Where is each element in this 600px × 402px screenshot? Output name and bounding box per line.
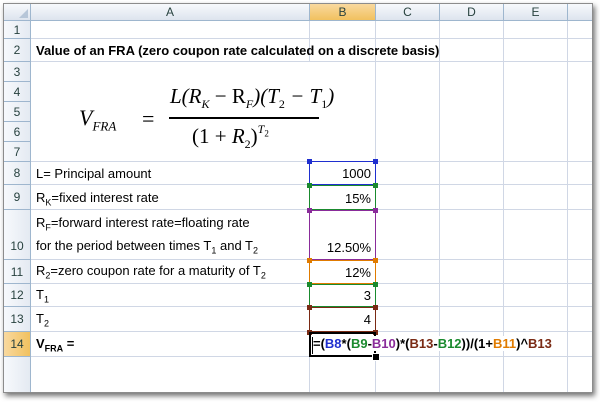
ref-handle[interactable]	[373, 305, 378, 310]
row-header-8[interactable]: 8	[4, 162, 31, 185]
equation-equals: =	[142, 106, 155, 131]
ref-box-b13	[309, 307, 376, 332]
cell-a11[interactable]: R2=zero coupon rate for a maturity of T2	[36, 263, 266, 281]
ref-box-b12	[309, 284, 376, 307]
cell-a9[interactable]: RK=fixed interest rate	[36, 190, 159, 208]
column-header-f[interactable]	[568, 4, 592, 21]
row-header-4[interactable]: 4	[4, 82, 31, 102]
spreadsheet-window: A B C D E 1 2 3 4 5 6 7 8 9 10 11 12 13 …	[3, 3, 593, 393]
ref-handle[interactable]	[373, 159, 378, 164]
equation-denominator: (1 + R2)T2	[192, 122, 269, 152]
ref-handle[interactable]	[373, 282, 378, 287]
cell-a13[interactable]: T2	[36, 311, 49, 329]
cell-a12[interactable]: T1	[36, 287, 49, 305]
gridline	[31, 38, 592, 39]
row-header-3[interactable]: 3	[4, 62, 31, 82]
equation-object[interactable]: VFRA = L(RK − RF)(T2 − T1) (1 + R2)T2	[32, 62, 342, 161]
ref-handle[interactable]	[307, 208, 312, 213]
row-header-12[interactable]: 12	[4, 284, 31, 307]
row-header-10[interactable]: 10	[4, 210, 31, 260]
ref-handle[interactable]	[307, 159, 312, 164]
select-all-corner[interactable]	[4, 4, 31, 21]
row-header-2[interactable]: 2	[4, 39, 31, 62]
ref-box-b10	[309, 210, 376, 260]
row-header-15[interactable]	[4, 357, 31, 392]
column-header-d[interactable]: D	[440, 4, 504, 21]
equation-numerator: L(RK − RF)(T2 − T1)	[170, 84, 335, 112]
row-header-13[interactable]: 13	[4, 307, 31, 332]
text-cursor	[312, 337, 313, 354]
row-header-7[interactable]: 7	[4, 142, 31, 162]
fraction-bar	[169, 117, 319, 119]
ref-handle[interactable]	[307, 305, 312, 310]
gridline	[567, 21, 568, 392]
cell-a8[interactable]: L= Principal amount	[36, 166, 151, 181]
column-header-a[interactable]: A	[31, 4, 310, 21]
row-header-5[interactable]: 5	[4, 102, 31, 122]
column-header-b[interactable]: B	[310, 4, 376, 21]
row-header-11[interactable]: 11	[4, 260, 31, 284]
ref-handle[interactable]	[307, 282, 312, 287]
cell-a14[interactable]: VFRA =	[36, 336, 74, 354]
row-header-6[interactable]: 6	[4, 122, 31, 142]
row-header-9[interactable]: 9	[4, 185, 31, 210]
cell-a10-line1[interactable]: RF=forward interest rate=floating rate	[36, 215, 250, 233]
ref-handle[interactable]	[307, 183, 312, 188]
ref-box-b11	[309, 260, 376, 284]
column-header-e[interactable]: E	[504, 4, 568, 21]
row-header-1[interactable]: 1	[4, 21, 31, 39]
cell-b14-formula[interactable]: =(B8*(B9-B10)*(B13-B12))/(1+B11)^B13	[313, 336, 554, 351]
cell-a10-line2[interactable]: for the period between times T1 and T2	[36, 238, 258, 256]
column-header-c[interactable]: C	[376, 4, 440, 21]
ref-box-b9	[309, 185, 376, 210]
equation-lhs: VFRA	[79, 105, 117, 134]
ref-handle[interactable]	[307, 258, 312, 263]
ref-box-b8	[309, 161, 376, 185]
ref-handle[interactable]	[373, 208, 378, 213]
ref-handle[interactable]	[373, 258, 378, 263]
sheet-title: Value of an FRA (zero coupon rate calcul…	[36, 43, 440, 58]
row-header-14[interactable]: 14	[4, 332, 31, 357]
fill-handle[interactable]	[372, 353, 380, 361]
ref-handle[interactable]	[373, 183, 378, 188]
